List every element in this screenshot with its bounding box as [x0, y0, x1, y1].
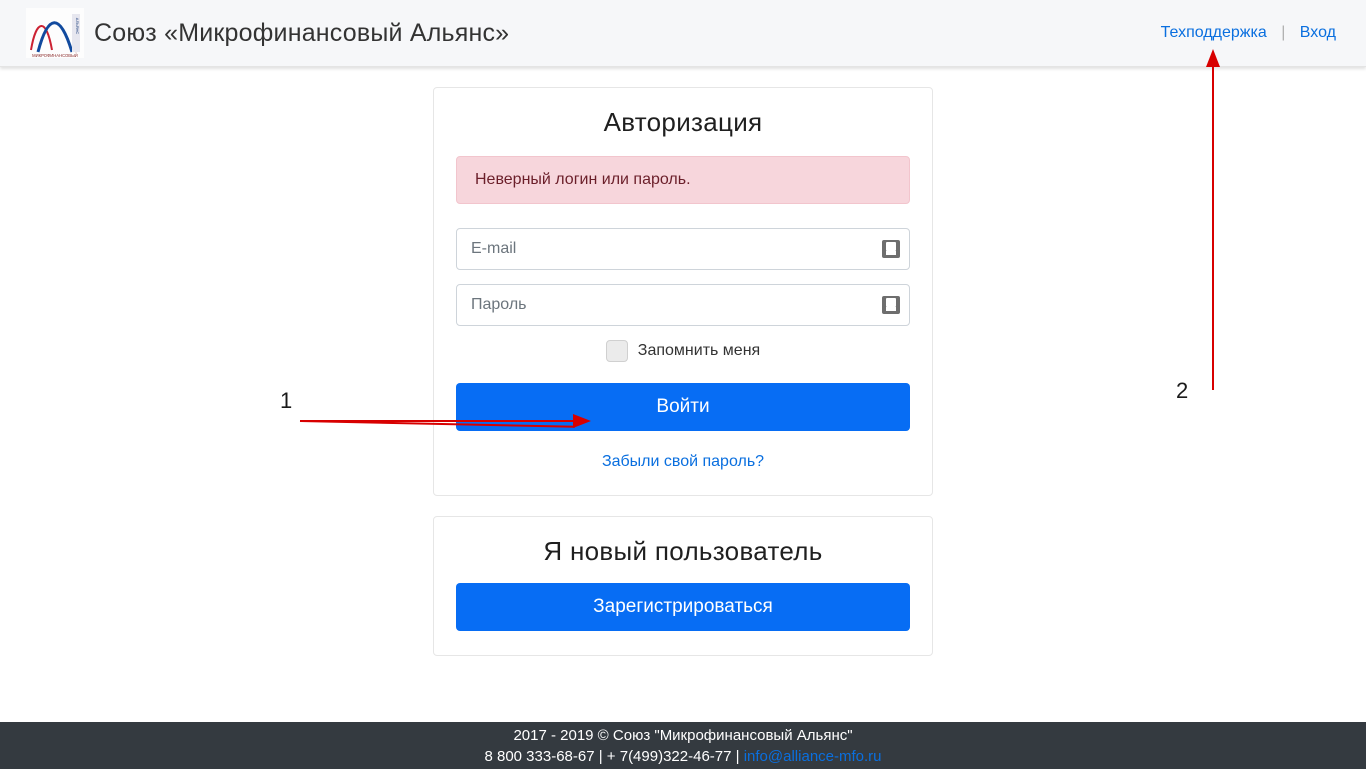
header-link-separator: |	[1281, 24, 1285, 41]
footer-copyright: 2017 - 2019 © Союз "Микрофинансовый Алья…	[513, 725, 852, 746]
page-body: Авторизация Неверный логин или пароль. З…	[0, 67, 1366, 656]
remember-text: Запомнить меня	[638, 342, 760, 360]
svg-text:МИКРОФИНАНСОВЫЙ: МИКРОФИНАНСОВЫЙ	[32, 53, 78, 58]
email-field-wrap	[456, 228, 910, 270]
header-bar: МИКРОФИНАНСОВЫЙ АЛЬЯНС Союз «Микрофинанс…	[0, 0, 1366, 67]
forgot-password-link[interactable]: Забыли свой пароль?	[602, 453, 764, 470]
site-logo: МИКРОФИНАНСОВЫЙ АЛЬЯНС	[26, 8, 84, 58]
svg-text:АЛЬЯНС: АЛЬЯНС	[75, 18, 80, 35]
register-title: Я новый пользователь	[456, 536, 910, 567]
auth-title: Авторизация	[456, 107, 910, 138]
autofill-icon	[882, 240, 900, 258]
footer-email-link[interactable]: info@alliance-mfo.ru	[744, 748, 882, 765]
password-input[interactable]	[456, 284, 910, 326]
email-input[interactable]	[456, 228, 910, 270]
header-links: Техподдержка | Вход	[1161, 24, 1336, 42]
forgot-row: Забыли свой пароль?	[456, 453, 910, 471]
remember-row: Запомнить меня	[456, 340, 910, 367]
site-title: Союз «Микрофинансовый Альянс»	[94, 19, 509, 48]
remember-label[interactable]: Запомнить меня	[606, 340, 760, 362]
register-button[interactable]: Зарегистрироваться	[456, 583, 910, 631]
footer-phone1: 8 800 333-68-67	[484, 748, 594, 765]
register-card: Я новый пользователь Зарегистрироваться	[433, 516, 933, 656]
auth-error-alert: Неверный логин или пароль.	[456, 156, 910, 204]
login-link[interactable]: Вход	[1300, 24, 1336, 41]
support-link[interactable]: Техподдержка	[1161, 24, 1267, 41]
footer: 2017 - 2019 © Союз "Микрофинансовый Алья…	[0, 722, 1366, 769]
auth-card: Авторизация Неверный логин или пароль. З…	[433, 87, 933, 496]
footer-phone2: + 7(499)322-46-77	[607, 748, 732, 765]
submit-button[interactable]: Войти	[456, 383, 910, 431]
password-field-wrap	[456, 284, 910, 326]
autofill-icon	[882, 296, 900, 314]
footer-contacts: 8 800 333-68-67 | + 7(499)322-46-77 | in…	[484, 746, 881, 767]
remember-checkbox[interactable]	[606, 340, 628, 362]
